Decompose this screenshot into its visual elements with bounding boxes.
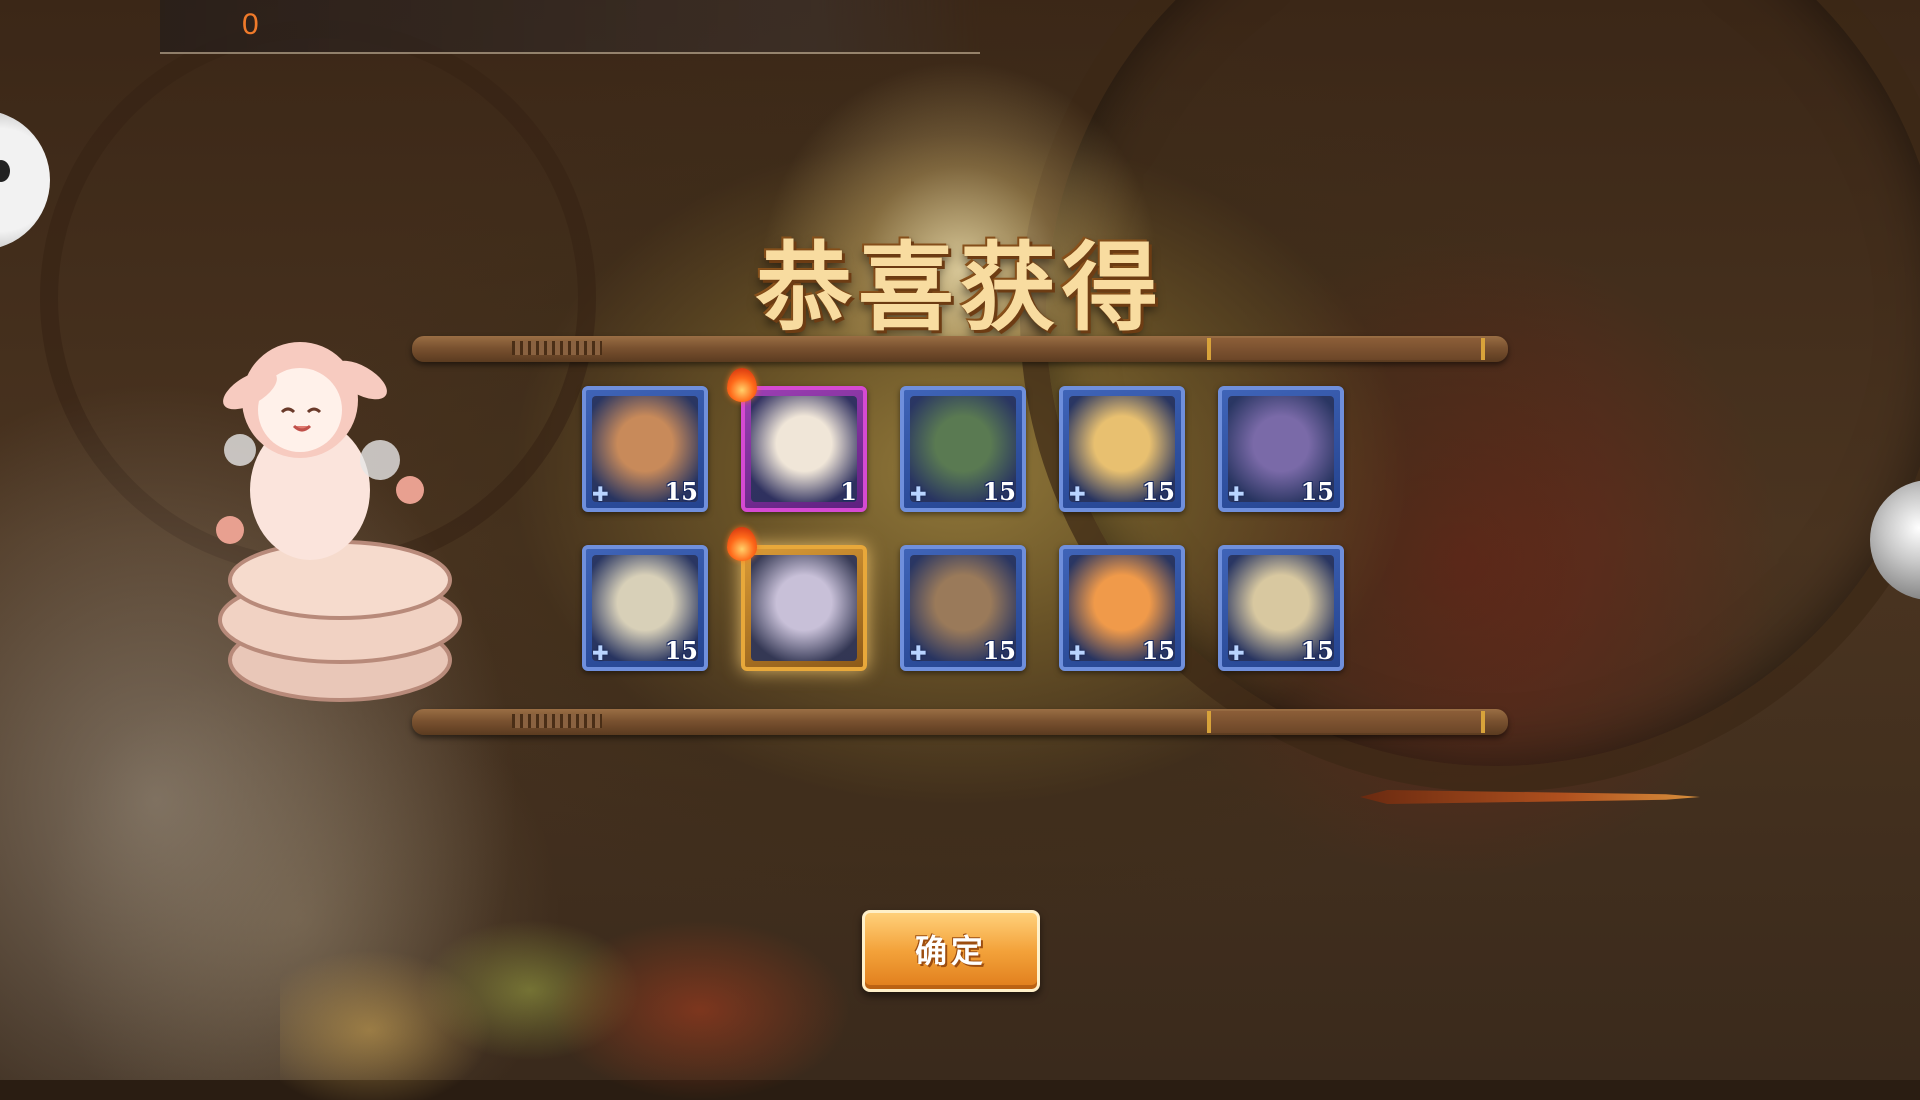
reward-count: 15 — [982, 636, 1016, 665]
reward-count: 15 — [664, 477, 698, 506]
reward-count: 15 — [982, 477, 1016, 506]
reward-card[interactable]: ✚ 15 — [1218, 386, 1344, 512]
puzzle-icon: ✚ — [910, 482, 927, 506]
reward-count: 15 — [664, 636, 698, 665]
reward-title: 恭喜获得 — [756, 231, 1164, 344]
reward-count: 15 — [1300, 636, 1334, 665]
reward-card[interactable]: 1 — [741, 386, 867, 512]
reward-count: 15 — [1141, 636, 1175, 665]
reward-card[interactable]: ✚ 15 — [900, 386, 1026, 512]
puzzle-icon: ✚ — [1069, 482, 1086, 506]
chopstick-divider-bottom — [412, 709, 1508, 735]
reward-card[interactable]: ✚ 15 — [900, 545, 1026, 671]
puzzle-icon: ✚ — [1228, 482, 1245, 506]
reward-count: 15 — [1300, 477, 1334, 506]
chopstick-divider-top — [412, 336, 1508, 362]
reward-count: 15 — [1141, 477, 1175, 506]
reward-card[interactable] — [741, 545, 867, 671]
reward-card[interactable]: ✚ 15 — [582, 545, 708, 671]
reward-count: 1 — [840, 477, 857, 506]
resource-counter: 0 — [242, 8, 259, 41]
puzzle-icon: ✚ — [592, 641, 609, 665]
confirm-button[interactable]: 确定 — [862, 910, 1040, 992]
reward-card[interactable]: ✚ 15 — [1059, 545, 1185, 671]
reward-card[interactable]: ✚ 15 — [1218, 545, 1344, 671]
character-portrait — [751, 555, 857, 661]
top-resource-bar: 0 — [160, 0, 980, 54]
puzzle-icon: ✚ — [1069, 641, 1086, 665]
reward-card[interactable]: ✚ 15 — [1059, 386, 1185, 512]
mascot-character — [216, 342, 462, 702]
puzzle-icon: ✚ — [910, 641, 927, 665]
flame-icon — [727, 368, 757, 402]
reward-card[interactable]: ✚ 15 — [582, 386, 708, 512]
puzzle-icon: ✚ — [592, 482, 609, 506]
puzzle-icon: ✚ — [1228, 641, 1245, 665]
reward-grid: ✚ 15 1 ✚ 15 ✚ 15 ✚ 15 ✚ 15 ✚ 15 ✚ 15 ✚ 15 — [582, 368, 1344, 671]
flame-icon — [727, 527, 757, 561]
